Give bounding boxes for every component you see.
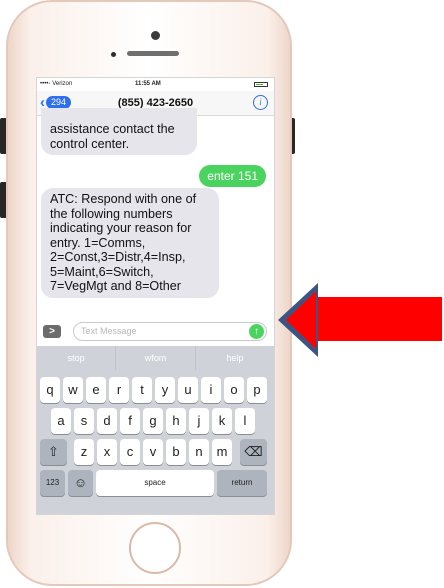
phone-body: ••••◦ Verizon 11:55 AM ‹ 294 (855) 423-2… xyxy=(6,0,292,586)
key-a[interactable]: a xyxy=(51,408,71,434)
phone-screen: ••••◦ Verizon 11:55 AM ‹ 294 (855) 423-2… xyxy=(36,77,275,515)
battery-icon xyxy=(254,82,268,87)
key-x[interactable]: x xyxy=(97,439,117,465)
compose-bar: > Text Message ↑ xyxy=(37,320,274,344)
suggestion-item[interactable]: stop xyxy=(37,346,117,370)
key-v[interactable]: v xyxy=(143,439,163,465)
keyboard-row-2: a s d f g h j k l xyxy=(37,408,274,434)
key-p[interactable]: p xyxy=(247,377,267,403)
camera-icon[interactable]: > xyxy=(43,325,61,338)
status-time: 11:55 AM xyxy=(135,81,161,87)
shift-icon[interactable]: ⇧ xyxy=(40,439,67,465)
sensor-dot xyxy=(111,52,116,57)
key-k[interactable]: k xyxy=(212,408,232,434)
space-key[interactable]: space xyxy=(96,470,214,496)
keyboard-row-1: q w e r t y u i o p xyxy=(37,377,274,403)
key-i[interactable]: i xyxy=(201,377,221,403)
key-y[interactable]: y xyxy=(155,377,175,403)
key-b[interactable]: b xyxy=(166,439,186,465)
key-l[interactable]: l xyxy=(235,408,255,434)
key-w[interactable]: w xyxy=(63,377,83,403)
message-bubble-incoming: assistance contact the control center. xyxy=(41,108,197,155)
key-n[interactable]: n xyxy=(189,439,209,465)
quicktype-suggestions: stop wfom help xyxy=(37,346,274,370)
stage: ••••◦ Verizon 11:55 AM ‹ 294 (855) 423-2… xyxy=(0,0,444,588)
key-s[interactable]: s xyxy=(74,408,94,434)
key-e[interactable]: e xyxy=(86,377,106,403)
emoji-icon[interactable]: ☺ xyxy=(68,470,93,496)
suggestion-item[interactable]: wfom xyxy=(116,346,196,370)
info-icon[interactable]: i xyxy=(253,95,268,110)
key-c[interactable]: c xyxy=(120,439,140,465)
key-j[interactable]: j xyxy=(189,408,209,434)
home-button[interactable] xyxy=(129,522,181,574)
key-m[interactable]: m xyxy=(212,439,232,465)
annotation-arrow-shaft xyxy=(314,297,442,341)
message-bubble-incoming: ATC: Respond with one of the following n… xyxy=(41,188,219,298)
key-u[interactable]: u xyxy=(178,377,198,403)
key-r[interactable]: r xyxy=(109,377,129,403)
key-h[interactable]: h xyxy=(166,408,186,434)
earpiece-speaker xyxy=(127,51,179,56)
key-f[interactable]: f xyxy=(120,408,140,434)
carrier-label: ••••◦ Verizon xyxy=(40,81,73,87)
status-bar: ••••◦ Verizon 11:55 AM xyxy=(37,78,274,91)
message-bubble-outgoing: enter 151 xyxy=(199,165,266,187)
key-o[interactable]: o xyxy=(224,377,244,403)
keyboard-row-3: ⇧ z x c v b n m ⌫ xyxy=(37,439,274,465)
key-g[interactable]: g xyxy=(143,408,163,434)
keyboard: stop wfom help q w e r t y u i o p a s d… xyxy=(37,346,274,514)
keyboard-row-4: 123 ☺ space return xyxy=(37,470,274,496)
return-key[interactable]: return xyxy=(217,470,267,496)
numbers-key[interactable]: 123 xyxy=(40,470,65,496)
suggestion-item[interactable]: help xyxy=(196,346,274,370)
key-q[interactable]: q xyxy=(40,377,60,403)
key-z[interactable]: z xyxy=(74,439,94,465)
message-input[interactable]: Text Message xyxy=(73,322,267,341)
annotation-arrow-fill xyxy=(286,291,316,349)
front-camera xyxy=(151,31,160,40)
delete-icon[interactable]: ⌫ xyxy=(240,439,267,465)
key-d[interactable]: d xyxy=(97,408,117,434)
key-t[interactable]: t xyxy=(132,377,152,403)
send-arrow-icon[interactable]: ↑ xyxy=(249,324,264,339)
